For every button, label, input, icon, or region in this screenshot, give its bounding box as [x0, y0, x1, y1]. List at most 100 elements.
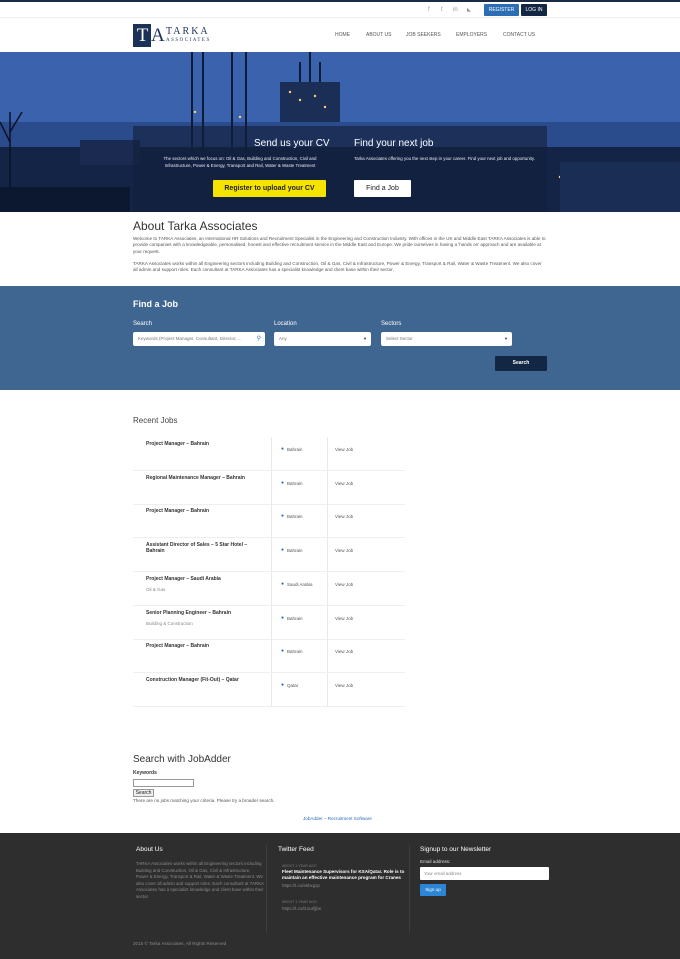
- linkedin-icon[interactable]: in: [453, 7, 458, 13]
- row-divider: [271, 437, 272, 470]
- logo-subtitle: ASSOCIATES: [166, 38, 211, 43]
- search-icon: ⚲: [256, 336, 261, 342]
- location-pin-icon: ●: [281, 479, 285, 486]
- row-divider: [327, 437, 328, 470]
- footer-about-text: TARKA Associates works within all Engine…: [136, 861, 264, 899]
- job-row[interactable]: Construction Manager (Fit-Out) – Qatar ● Q…: [133, 672, 405, 707]
- row-divider: [327, 470, 328, 504]
- hero-overlay: [133, 126, 547, 212]
- email-label: Email address:: [420, 859, 451, 864]
- facebook-icon[interactable]: f: [428, 7, 430, 13]
- nav-home[interactable]: HOME: [335, 32, 350, 38]
- job-title[interactable]: Project Manager – Bahrain: [146, 441, 256, 447]
- job-location: Bahrain: [287, 480, 303, 486]
- recent-jobs-title: Recent Jobs: [133, 416, 178, 425]
- logo-mark[interactable]: T: [133, 24, 151, 47]
- view-job-link[interactable]: View Job: [335, 616, 353, 621]
- job-row[interactable]: Project Manager – Bahrain ● Bahrain View Jo…: [133, 437, 405, 471]
- register-button[interactable]: REGISTER: [484, 4, 519, 16]
- nav-job-seekers[interactable]: JOB SEEKERS: [406, 32, 441, 38]
- tweet-text: Fleet Maintenance Supervisors for KSA/Qa…: [282, 869, 405, 881]
- row-divider: [271, 571, 272, 605]
- job-location: Bahrain: [287, 615, 303, 621]
- location-pin-icon: ●: [281, 446, 285, 452]
- job-location: Saudi Arabia: [287, 581, 313, 587]
- row-divider: [271, 470, 272, 504]
- job-location: Bahrain: [287, 649, 303, 655]
- view-job-link[interactable]: View Job: [335, 514, 353, 519]
- login-button[interactable]: LOG IN: [521, 4, 547, 16]
- view-job-link[interactable]: View Job: [335, 582, 353, 587]
- job-row[interactable]: Senior Planning Engineer – Bahrain Buildi…: [133, 605, 405, 640]
- job-location: Bahrain: [287, 548, 303, 554]
- register-cv-button[interactable]: Register to upload your CV: [213, 180, 326, 197]
- nav-employers[interactable]: EMPLOYERS: [456, 32, 487, 38]
- nav-about-us[interactable]: ABOUT US: [366, 32, 391, 38]
- sectors-value: Select Sector: [386, 336, 413, 341]
- site-header: T A TARKA ASSOCIATES HOME ABOUT US JOB S…: [0, 17, 680, 52]
- signup-button[interactable]: Sign up: [420, 884, 446, 896]
- view-job-link[interactable]: View Job: [335, 481, 353, 486]
- jobadder-link[interactable]: JobAdder – Recruitment Software: [303, 816, 372, 821]
- job-row[interactable]: Assistant Director of Sales – 5 Star Hot…: [133, 538, 405, 573]
- keywords-input[interactable]: Keywords (Project Manager, Consultant, D…: [133, 332, 265, 346]
- footer-divider: [409, 845, 410, 933]
- location-pin-icon: ●: [281, 580, 285, 587]
- top-bar: f t in ◣ REGISTER LOG IN: [0, 0, 680, 17]
- keywords-label: Keywords: [133, 770, 157, 776]
- job-title[interactable]: Construction Manager (Fit-Out) – Qatar: [146, 677, 256, 683]
- twitter-feed-title: Twitter Feed: [278, 846, 314, 853]
- job-row[interactable]: Project Manager – Saudi Arabia Oil & Gas ●…: [133, 571, 405, 606]
- jobadder-title: Search with JobAdder: [133, 754, 231, 765]
- location-pin-icon: ●: [281, 614, 285, 621]
- email-field[interactable]: Your email address: [420, 867, 549, 880]
- rss-icon[interactable]: ◣: [467, 7, 471, 13]
- nav-contact-us[interactable]: CONTACT US: [503, 32, 535, 38]
- view-job-link[interactable]: View Job: [335, 447, 353, 452]
- location-label: Location: [274, 321, 297, 327]
- hero-left-title: Send us your CV: [254, 138, 330, 149]
- view-job-link[interactable]: View Job: [335, 683, 353, 688]
- logo-letter-a: A: [151, 25, 165, 46]
- footer: [0, 833, 680, 959]
- about-paragraph-1: Welcome to TARKA Associates, an Internat…: [133, 236, 546, 254]
- jobadder-search-button[interactable]: Search: [133, 789, 154, 797]
- job-row[interactable]: Regional Maintenance Manager – Bahrain ● B…: [133, 470, 405, 505]
- location-value: Any: [279, 336, 287, 341]
- job-title[interactable]: Project Manager – Bahrain: [146, 643, 256, 649]
- job-row[interactable]: Project Manager – Bahrain ● Bahrain View Jo…: [133, 504, 405, 539]
- job-title[interactable]: Regional Maintenance Manager – Bahrain: [146, 475, 256, 481]
- location-pin-icon: ●: [281, 648, 285, 655]
- row-divider: [327, 571, 328, 605]
- job-location: Bahrain: [287, 514, 303, 520]
- job-title[interactable]: Senior Planning Engineer – Bahrain: [146, 610, 256, 616]
- row-divider: [327, 672, 328, 706]
- job-row[interactable]: Project Manager – Bahrain ● Bahrain View Jo…: [133, 639, 405, 674]
- twitter-icon[interactable]: t: [441, 7, 443, 13]
- footer-divider: [266, 845, 267, 933]
- tweet-link[interactable]: https://t.co/l1ourfjjbn: [282, 906, 321, 911]
- view-job-link[interactable]: View Job: [335, 548, 353, 553]
- no-results-note: There are no jobs matching your criteria…: [133, 798, 275, 803]
- hero-right-text: Tarka Associates offering you the next s…: [354, 156, 535, 161]
- sectors-select[interactable]: Select Sector ▼: [381, 332, 512, 346]
- jobadder-keywords-input[interactable]: [133, 779, 194, 787]
- job-location: Qatar: [287, 682, 299, 688]
- location-pin-icon: ●: [281, 547, 285, 554]
- job-title[interactable]: Project Manager – Saudi Arabia: [146, 576, 256, 582]
- row-divider: [271, 504, 272, 538]
- view-job-link[interactable]: View Job: [335, 649, 353, 654]
- location-select[interactable]: Any ▼: [274, 332, 371, 346]
- copyright: 2015 © Tarka Associates, All Rights Rese…: [133, 941, 227, 946]
- search-button[interactable]: Search: [495, 356, 547, 371]
- newsletter-title: Signup to our Newsletter: [420, 846, 492, 853]
- find-a-job-button[interactable]: Find a Job: [354, 180, 411, 197]
- sectors-label: Sectors: [381, 321, 402, 327]
- location-pin-icon: ●: [281, 681, 285, 688]
- hero-left-text: The sectors which we focus on: Oil & Gas…: [163, 156, 317, 168]
- job-title[interactable]: Project Manager – Bahrain: [146, 508, 256, 514]
- job-title[interactable]: Assistant Director of Sales – 5 Star Hot…: [146, 542, 256, 554]
- keywords-placeholder: Keywords (Project Manager, Consultant, D…: [138, 336, 242, 341]
- logo-name: TARKA: [166, 26, 210, 37]
- tweet-link[interactable]: https://t.co/ekbxgzp: [282, 883, 320, 888]
